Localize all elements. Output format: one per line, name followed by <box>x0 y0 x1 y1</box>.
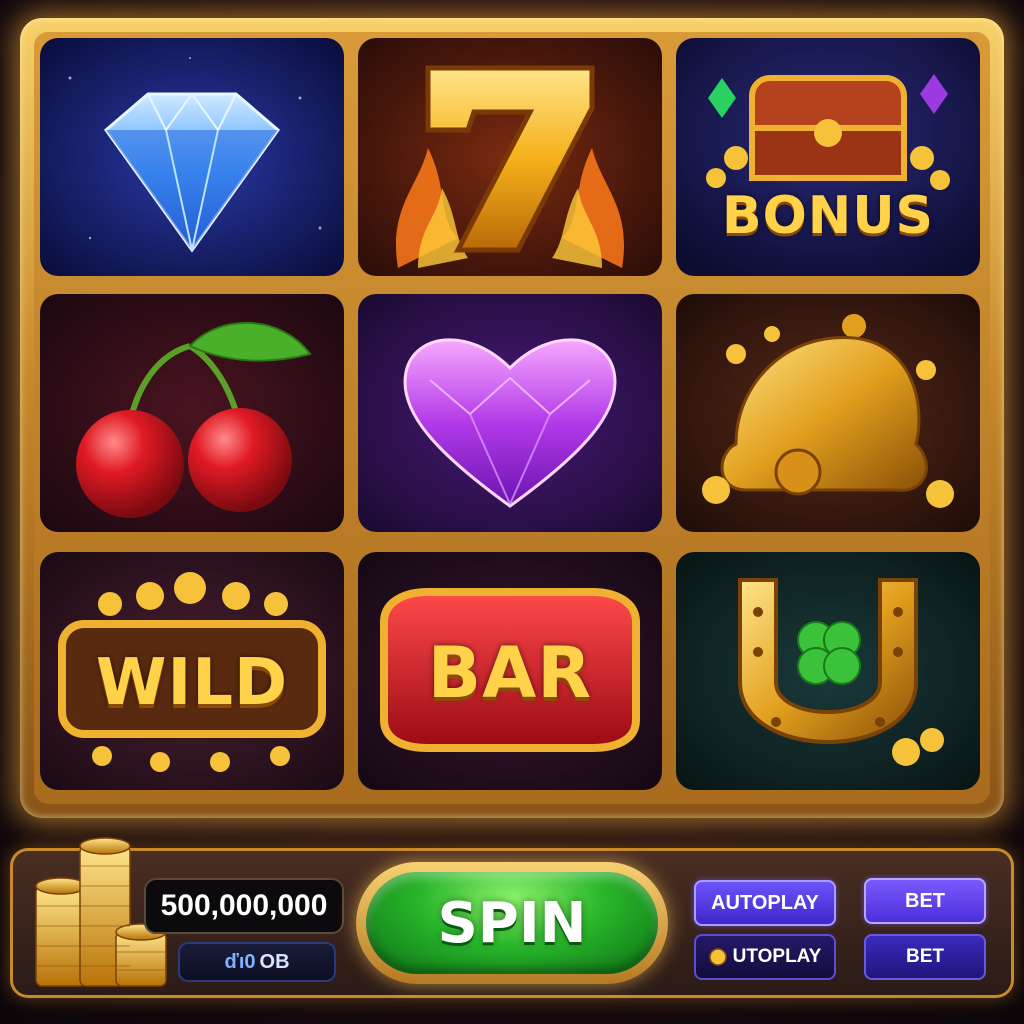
symbol-cherries <box>40 294 344 532</box>
bar-label: BAR <box>427 632 593 714</box>
symbol-bonus: BONUS <box>676 38 980 276</box>
autoplay-secondary-button[interactable]: UTOPLAY <box>694 934 836 980</box>
coin-icon <box>708 948 727 966</box>
spin-button[interactable]: SPIN <box>356 862 668 984</box>
cherries-icon <box>40 294 344 532</box>
wild-label: WILD <box>95 646 289 720</box>
symbol-heart <box>358 294 662 532</box>
spin-button-label: SPIN <box>366 872 658 974</box>
diamond-icon <box>40 38 344 276</box>
symbol-bell <box>676 294 980 532</box>
bonus-label: BONUS <box>721 186 935 246</box>
bell-icon <box>676 294 980 532</box>
symbol-diamond <box>40 38 344 276</box>
bet-button[interactable]: BET <box>864 878 986 924</box>
heart-gem-icon <box>358 294 662 532</box>
symbol-seven <box>358 38 662 276</box>
symbol-wild: WILD <box>40 552 344 790</box>
symbol-bar: BAR <box>358 552 662 790</box>
bet-secondary-button[interactable]: BET <box>864 934 986 980</box>
secondary-balance-suffix: ОВ <box>259 950 290 973</box>
balance-display: 500,000,000 <box>144 878 344 934</box>
seven-icon <box>358 38 662 276</box>
symbol-horseshoe <box>676 552 980 790</box>
autoplay-secondary-label: UTOPLAY <box>732 946 822 967</box>
secondary-balance-display: ďı0 ОВ <box>178 942 336 982</box>
secondary-balance-prefix: ďı0 <box>224 950 256 973</box>
autoplay-button[interactable]: AUTOPLAY <box>694 880 836 926</box>
horseshoe-icon <box>676 552 980 790</box>
